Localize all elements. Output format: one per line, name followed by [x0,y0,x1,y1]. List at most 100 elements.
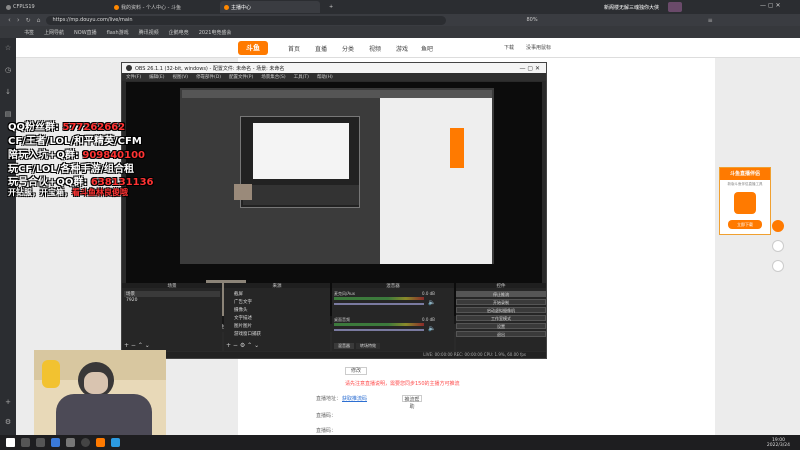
url-input[interactable]: https://mp.douyu.com/live/main [46,15,447,25]
forward-icon[interactable]: › [17,16,20,24]
browser-icon[interactable] [51,438,60,447]
nav-live[interactable]: 直播 [315,44,327,53]
search-icon[interactable] [21,438,30,447]
transitions-tab[interactable]: 转场特效 [356,343,380,349]
speaker-icon[interactable]: 🔈 [428,325,435,332]
menu-item[interactable]: 工具(T) [294,74,309,80]
obs-logo-icon [126,65,132,71]
refresh-icon[interactable]: ↻ [26,17,31,24]
bookmark-item[interactable]: 企鹅电竞 [169,29,189,36]
menu-item[interactable]: 停靠部件(D) [196,74,221,80]
studio-mode-button[interactable]: 工作室模式 [456,315,546,321]
window-controls-icon[interactable]: — ▢ ✕ [760,2,781,9]
scene-item[interactable]: 7920 [124,298,220,304]
source-item[interactable]: 截屏 [226,291,328,299]
scene-item[interactable]: 场景 [124,291,220,297]
add-icon[interactable]: + [4,398,12,406]
tab-icon [6,4,11,10]
clock-date: 2022/3/24 [766,442,790,448]
obs-title: OBS 26.1.1 (32-bit, windows) - 配置文件: 未命名… [135,65,285,72]
browser-tab[interactable]: 我的资料 - 个人中心 - 斗鱼 [110,1,185,13]
help-button[interactable]: 推流帮助 [402,395,422,410]
edit-button[interactable]: 修改 [345,367,367,375]
mixer-header: 混音器 [332,283,454,289]
captured-page [380,98,492,264]
person-body [56,394,152,438]
captured-webcam [234,184,252,200]
task-view-icon[interactable] [36,438,45,447]
source-item[interactable]: 图片图片 [226,323,328,331]
nav-category[interactable]: 分类 [342,44,354,53]
volume-slider[interactable] [334,329,424,331]
home-icon[interactable]: ⌂ [37,17,41,24]
bookmark-item[interactable]: NOW直播 [74,29,97,36]
window-controls-icon[interactable]: — ▢ ✕ [519,65,540,72]
speaker-icon[interactable]: 🔈 [428,299,435,306]
live-icon[interactable] [772,220,784,232]
avatar[interactable] [668,2,682,12]
audio-meter [334,323,424,326]
douyu-icon[interactable] [96,438,105,447]
sources-header: 来源 [224,283,330,289]
nav-video[interactable]: 视频 [369,44,381,53]
menu-item[interactable]: 场景集合(S) [261,74,285,80]
note-icon[interactable]: ▤ [4,110,12,118]
browser-tab-active[interactable]: 主播中心 [220,1,320,13]
bookmark-item[interactable]: 2021电竞盛会 [199,29,232,36]
exit-button[interactable]: 退出 [456,331,546,337]
scene-controls-icon[interactable]: + − ⌃ ⌄ [124,342,150,349]
menu-item[interactable]: 帮助(H) [317,74,333,80]
explorer-icon[interactable] [66,438,75,447]
history-icon[interactable]: ◷ [4,66,12,74]
bookmark-item[interactable]: 上网导航 [44,29,64,36]
menu-item[interactable]: 文件(F) [126,74,141,80]
zoom-level[interactable]: 80% [526,17,537,23]
mixer-tab[interactable]: 混音器 [334,343,354,349]
download-icon[interactable]: ↓ [4,88,12,96]
controls-dock: 控件 停止推流 开始录制 启动虚拟摄像机 工作室模式 设置 退出 [456,283,546,351]
source-item[interactable]: 摄像头 [226,307,328,315]
source-item[interactable]: 广告文字 [226,299,328,307]
nav-home[interactable]: 首页 [288,44,300,53]
browser-tab[interactable]: CFPLS19 [2,1,39,13]
gift-icon[interactable] [772,260,784,272]
upload-icon[interactable] [772,240,784,252]
new-tab-button[interactable]: + [325,1,337,13]
plush-toy [42,360,60,388]
source-item[interactable]: 文字描述 [226,315,328,323]
bookmark-item[interactable]: flash游戏 [107,29,129,36]
virtual-camera-button[interactable]: 启动虚拟摄像机 [456,307,546,313]
start-recording-button[interactable]: 开始录制 [456,299,546,305]
settings-icon[interactable]: ⚙ [4,418,12,426]
push-code-link[interactable]: 获取推流码 [342,395,367,402]
menu-icon[interactable]: ≡ [708,17,713,24]
nav-game[interactable]: 游戏 [396,44,408,53]
qq-icon[interactable] [111,438,120,447]
bookmark-item[interactable]: 书签 [24,29,34,36]
settings-button[interactable]: 设置 [456,323,546,329]
clock[interactable]: 19:00 2022/3/24 [767,438,790,448]
promo-download-button[interactable]: 立即下载 [728,220,762,229]
nav-yuba[interactable]: 鱼吧 [421,44,433,53]
overlay-slogan: 开钻服，开宝箱，看斗鱼林良俊哦 [8,187,128,198]
source-controls-icon[interactable]: + − ⚙ ⌃ ⌄ [226,342,259,349]
menu-item[interactable]: 视图(V) [172,74,188,80]
user-name[interactable]: 没事用鼠标 [526,44,551,51]
volume-slider[interactable] [334,303,424,305]
menu-item[interactable]: 编辑(E) [149,74,164,80]
site-logo[interactable]: 斗鱼 [238,41,268,55]
captured-obs-preview [253,123,349,179]
overlay-accompany: 陪玩入坑+Q群: 909840100 [8,146,145,161]
sources-dock: 来源 截屏 广告文字 摄像头 文字描述 图片图片 游戏窗口捕获 + − ⚙ ⌃ … [224,283,330,351]
stop-stream-button[interactable]: 停止推流 [456,291,546,297]
captured-obs [240,116,360,208]
star-icon[interactable]: ☆ [4,44,12,52]
bookmark-item[interactable]: 腾讯视频 [139,29,159,36]
download-link[interactable]: 下载 [504,44,514,51]
source-item[interactable]: 游戏窗口捕获 [226,331,328,339]
back-icon[interactable]: ‹ [8,16,11,24]
windows-start-icon[interactable] [6,438,15,447]
menu-item[interactable]: 配置文件(P) [229,74,253,80]
obs-icon[interactable] [81,438,90,447]
tab-label: 主播中心 [231,4,252,11]
